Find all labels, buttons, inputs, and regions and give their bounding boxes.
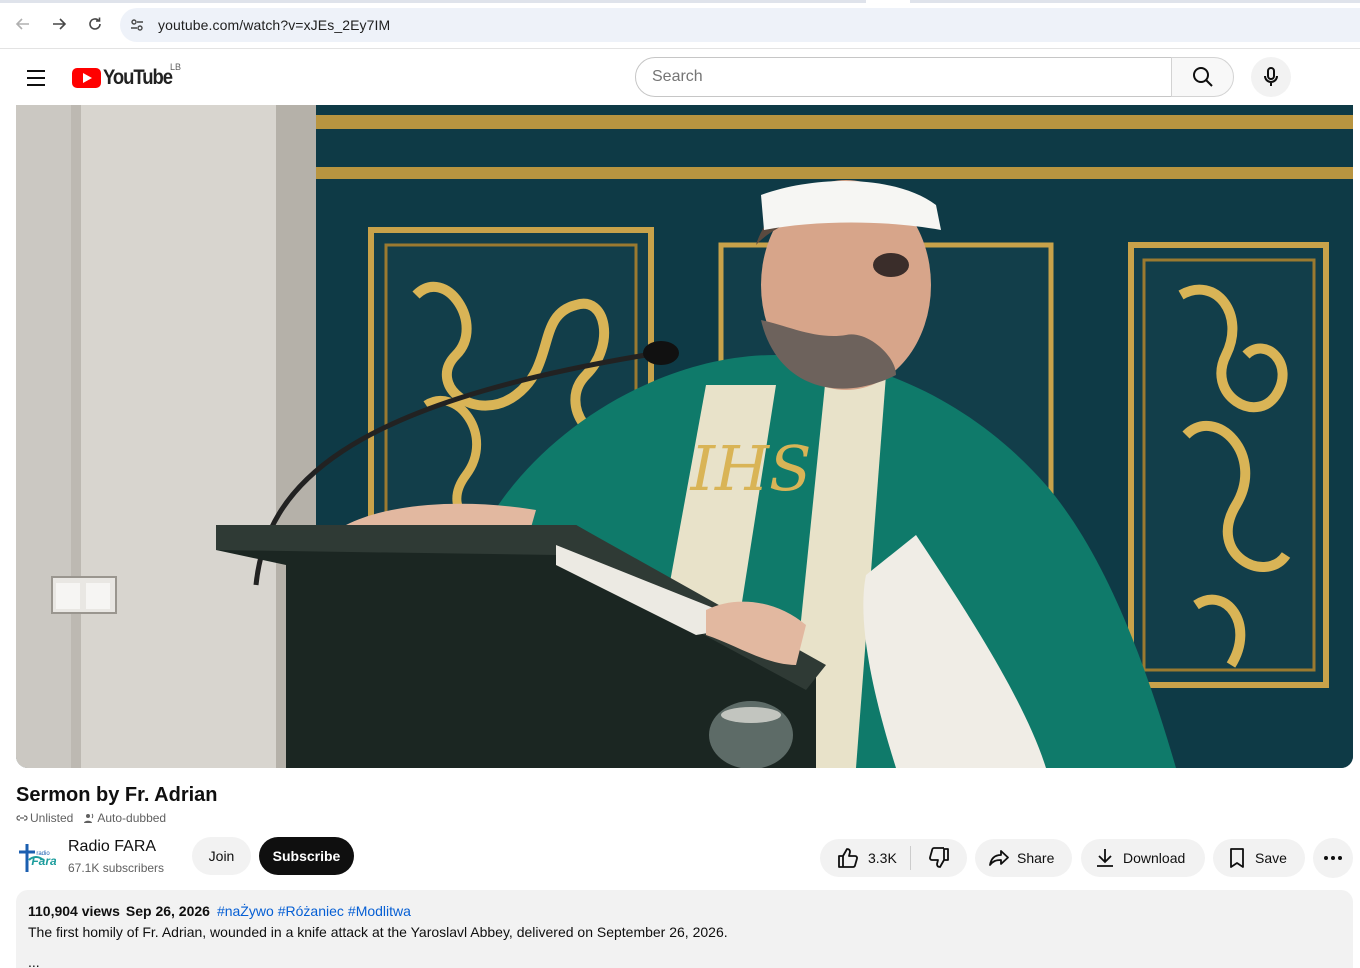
- voice-search-button[interactable]: [1251, 57, 1291, 97]
- tune-icon: [131, 19, 143, 31]
- description-box[interactable]: 110,904 views Sep 26, 2026 #naŻywo #Róża…: [16, 890, 1353, 968]
- speaker-person-icon: [84, 813, 94, 823]
- download-icon: [1097, 849, 1113, 867]
- unlisted-label: Unlisted: [30, 811, 74, 825]
- like-count: 3.3K: [868, 850, 897, 866]
- description-more[interactable]: ...: [28, 954, 1341, 968]
- radio-fara-logo: radio Fara: [19, 844, 57, 872]
- share-icon: [989, 850, 1009, 866]
- tab-strip-edge: [0, 0, 1360, 3]
- search-box[interactable]: [635, 57, 1172, 97]
- logo-wordmark: YouTube: [103, 66, 173, 89]
- hamburger-icon: [27, 70, 45, 86]
- site-info-button[interactable]: [126, 14, 148, 36]
- forward-button[interactable]: [48, 13, 70, 35]
- video-frame: IHS: [16, 105, 1353, 768]
- dislike-button[interactable]: [911, 839, 967, 877]
- more-horizontal-icon: [1324, 856, 1342, 860]
- join-button[interactable]: Join: [192, 837, 251, 875]
- youtube-logo[interactable]: YouTube LB: [72, 62, 182, 91]
- hashtag-link[interactable]: #Różaniec: [278, 903, 344, 919]
- view-count: 110,904 views: [28, 903, 120, 919]
- hashtag-link[interactable]: #Modlitwa: [348, 903, 411, 919]
- share-button[interactable]: Share: [975, 839, 1072, 877]
- save-label: Save: [1255, 850, 1287, 866]
- youtube-masthead: YouTube LB: [0, 50, 1360, 104]
- svg-text:Fara: Fara: [31, 854, 56, 868]
- reload-icon: [89, 17, 101, 30]
- auto-dubbed-label: Auto-dubbed: [97, 811, 167, 825]
- address-bar[interactable]: youtube.com/watch?v=xJEs_2Ey7IM: [120, 8, 1360, 42]
- ihs-monogram: IHS: [689, 432, 811, 505]
- browser-toolbar: youtube.com/watch?v=xJEs_2Ey7IM: [0, 0, 1360, 49]
- url-text[interactable]: youtube.com/watch?v=xJEs_2Ey7IM: [158, 17, 390, 33]
- description-stats: 110,904 views Sep 26, 2026 #naŻywo #Róża…: [28, 903, 1341, 919]
- youtube-play-icon: [72, 68, 101, 88]
- thumbs-up-icon: [838, 848, 858, 868]
- link-icon: [16, 815, 28, 821]
- download-label: Download: [1123, 850, 1186, 866]
- unlisted-badge: Unlisted: [16, 811, 73, 825]
- share-label: Share: [1017, 850, 1055, 866]
- microphone-icon: [1264, 67, 1278, 86]
- region-code: LB: [170, 62, 182, 72]
- guide-menu-button[interactable]: [24, 66, 48, 90]
- hashtag-list: #naŻywo #Różaniec #Modlitwa: [217, 903, 411, 919]
- like-dislike-bar: 3.3K: [820, 839, 967, 877]
- arrow-left-icon: [15, 18, 29, 30]
- description-text: The first homily of Fr. Adrian, wounded …: [28, 924, 728, 940]
- video-title: Sermon by Fr. Adrian: [16, 784, 218, 806]
- subscribe-button[interactable]: Subscribe: [259, 837, 354, 875]
- auto-dubbed-badge: Auto-dubbed: [83, 811, 166, 825]
- more-actions-button[interactable]: [1313, 838, 1353, 878]
- reload-button[interactable]: [84, 13, 106, 35]
- search-button[interactable]: [1171, 57, 1234, 97]
- back-button[interactable]: [12, 13, 34, 35]
- video-badges: Unlisted Auto-dubbed: [16, 811, 166, 825]
- save-button[interactable]: Save: [1213, 839, 1305, 877]
- channel-name[interactable]: Radio FARA: [68, 838, 156, 856]
- channel-avatar[interactable]: radio Fara: [16, 838, 57, 878]
- like-button[interactable]: 3.3K: [820, 839, 910, 877]
- video-player[interactable]: IHS: [16, 105, 1353, 768]
- publish-date: Sep 26, 2026: [125, 903, 210, 919]
- bookmark-icon: [1230, 848, 1244, 868]
- thumbs-down-icon: [929, 847, 949, 868]
- search-icon: [1192, 67, 1213, 87]
- search-input[interactable]: [652, 68, 1171, 86]
- subscriber-count: 67.1K subscribers: [68, 861, 165, 875]
- arrow-right-icon: [53, 18, 67, 30]
- hashtag-link[interactable]: #naŻywo: [217, 903, 274, 919]
- download-button[interactable]: Download: [1081, 839, 1205, 877]
